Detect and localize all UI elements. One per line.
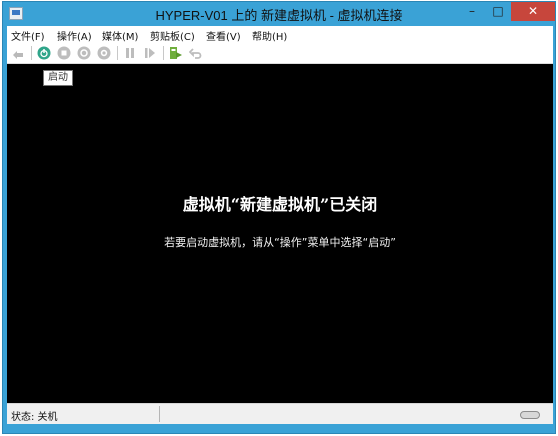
menu-clipboard[interactable]: 剪贴板(C) (150, 28, 195, 43)
turn-off-icon[interactable] (57, 46, 71, 60)
vm-screen[interactable]: 虚拟机“新建虚拟机”已关闭 若要启动虚拟机，请从“操作”菜单中选择“启动” (7, 64, 553, 403)
shutdown-icon[interactable] (77, 46, 91, 60)
toolbar-separator (31, 46, 32, 60)
window-frame-bottom (3, 424, 555, 433)
vm-connection-window: HYPER-V01 上的 新建虚拟机 - 虚拟机连接 – □ ✕ 文件(F) 操… (2, 1, 556, 434)
menu-view[interactable]: 查看(V) (206, 28, 241, 43)
vm-off-instruction: 若要启动虚拟机，请从“操作”菜单中选择“启动” (164, 236, 396, 249)
start-icon[interactable] (37, 46, 51, 60)
status-bar: 状态: 关机 (7, 403, 553, 424)
pause-icon[interactable] (123, 46, 137, 60)
status-separator (159, 406, 160, 422)
status-text: 状态: 关机 (11, 412, 58, 423)
menu-help[interactable]: 帮助(H) (252, 28, 287, 43)
vm-off-title: 虚拟机“新建虚拟机”已关闭 (182, 195, 378, 214)
toolbar-separator (163, 46, 164, 60)
minimize-button[interactable]: – (459, 2, 485, 21)
keyboard-icon (520, 411, 540, 419)
start-tooltip: 启动 (43, 70, 73, 86)
revert-icon[interactable] (189, 46, 203, 60)
maximize-button[interactable]: □ (485, 2, 511, 21)
save-state-icon[interactable] (97, 46, 111, 60)
reset-icon[interactable] (143, 46, 157, 60)
ctrl-alt-del-icon[interactable] (11, 46, 25, 60)
snapshot-icon[interactable] (169, 46, 183, 60)
menu-bar: 文件(F) 操作(A) 媒体(M) 剪贴板(C) 查看(V) 帮助(H) (7, 26, 553, 43)
close-button[interactable]: ✕ (511, 2, 555, 21)
toolbar (7, 43, 553, 64)
menu-action[interactable]: 操作(A) (57, 28, 92, 43)
menu-file[interactable]: 文件(F) (11, 28, 45, 43)
title-bar[interactable]: HYPER-V01 上的 新建虚拟机 - 虚拟机连接 – □ ✕ (3, 2, 555, 26)
menu-media[interactable]: 媒体(M) (102, 28, 138, 43)
toolbar-separator (117, 46, 118, 60)
